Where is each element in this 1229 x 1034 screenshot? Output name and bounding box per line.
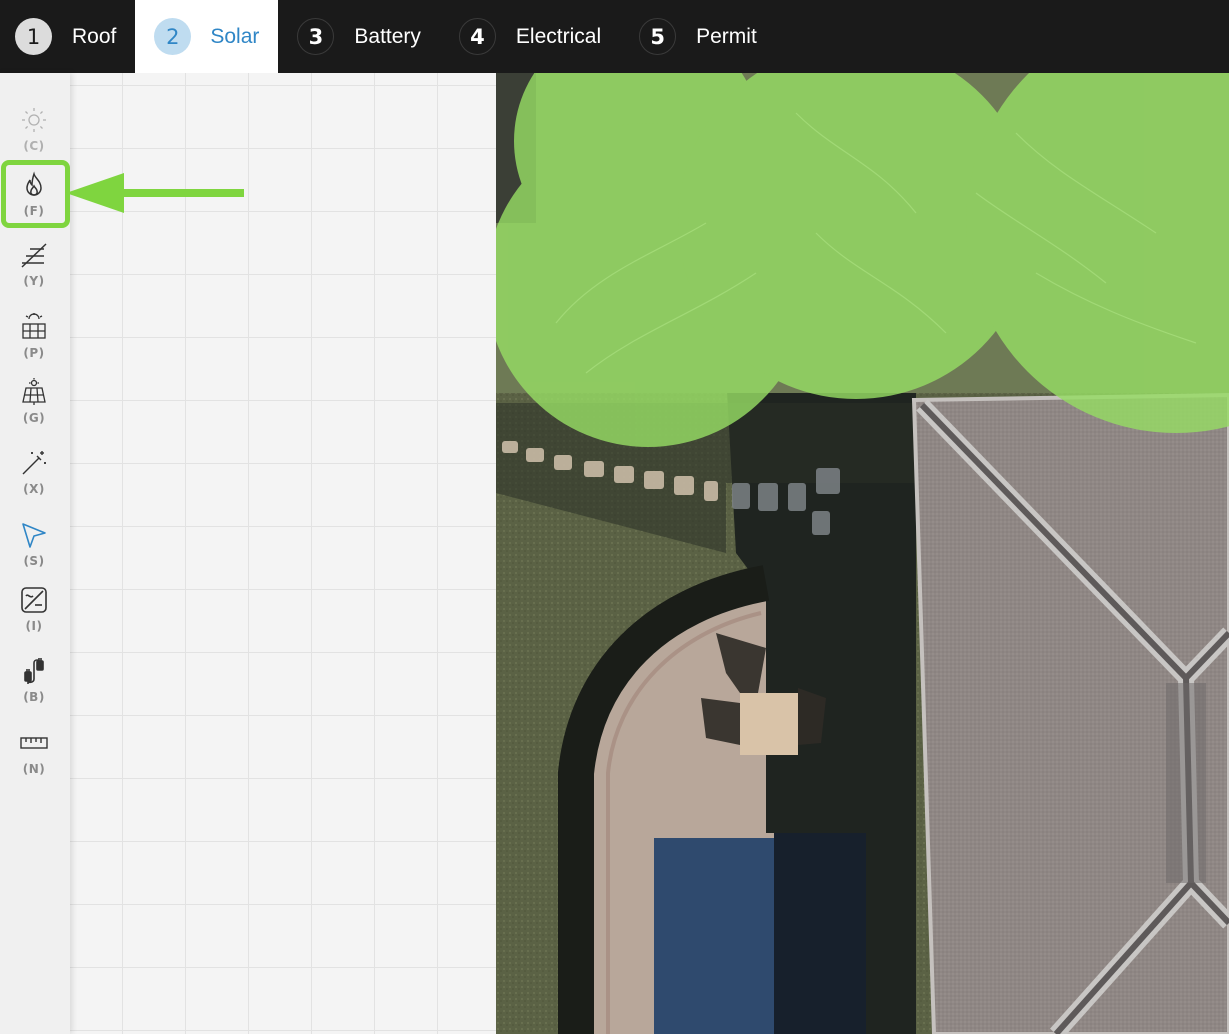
step-navigation: 1 Roof 2 Solar 3 Battery 4 Electrical 5 … (0, 0, 1229, 73)
sun-icon (22, 108, 46, 132)
step-number: 4 (458, 18, 496, 55)
tool-shortcut: (P) (23, 346, 45, 360)
highlight-box (1, 160, 70, 228)
select-tool-button[interactable]: (S) (4, 521, 64, 583)
tool-shortcut: (G) (22, 411, 46, 425)
step-number: 1 (15, 18, 52, 55)
inverter-icon (21, 587, 47, 613)
step-label: Roof (72, 24, 117, 48)
design-canvas-grid[interactable] (70, 73, 497, 1034)
inverter-tool-button[interactable]: (I) (4, 586, 64, 648)
satellite-image (496, 73, 1229, 1034)
step-label: Electrical (515, 24, 602, 48)
stairs-lines-icon (21, 243, 47, 268)
panel-grid-tool-button[interactable]: (G) (4, 378, 64, 440)
ruler-icon (20, 737, 48, 749)
step-number: 2 (154, 18, 192, 55)
step-battery[interactable]: 3 Battery (278, 0, 440, 73)
step-label: Permit (696, 24, 757, 48)
tool-shortcut: (Y) (23, 274, 45, 288)
magic-wand-icon (22, 451, 46, 475)
magic-wand-tool-button[interactable]: (X) (4, 449, 64, 511)
battery-tool-button[interactable]: (B) (4, 657, 64, 719)
tool-shortcut: (B) (23, 690, 45, 704)
tool-shortcut: (I) (25, 619, 43, 633)
ruler-tool-button[interactable]: (N) (4, 729, 64, 791)
tool-shortcut: (C) (23, 139, 45, 153)
step-number: 5 (639, 18, 677, 55)
step-number: 3 (297, 18, 335, 55)
step-roof[interactable]: 1 Roof (0, 0, 135, 73)
tool-shortcut: (X) (23, 482, 45, 496)
step-label: Solar (210, 24, 260, 48)
cursor-arrow-icon (22, 523, 46, 548)
battery-cable-icon (24, 658, 44, 684)
step-permit[interactable]: 5 Permit (620, 0, 776, 73)
tool-shortcut: (N) (22, 762, 46, 776)
step-electrical[interactable]: 4 Electrical (440, 0, 620, 73)
sun-tool-button[interactable]: (C) (4, 106, 64, 168)
tool-shortcut: (S) (23, 554, 45, 568)
stairs-lines-tool-button[interactable]: (Y) (4, 241, 64, 303)
panel-grid-icon (22, 378, 46, 405)
step-label: Battery (354, 24, 421, 48)
annotation-arrow-icon (66, 173, 244, 213)
satellite-map[interactable] (496, 73, 1229, 1034)
step-solar[interactable]: 2 Solar (135, 0, 279, 73)
solar-panel-tool-button[interactable]: (P) (4, 313, 64, 375)
solar-panel-icon (22, 313, 46, 339)
